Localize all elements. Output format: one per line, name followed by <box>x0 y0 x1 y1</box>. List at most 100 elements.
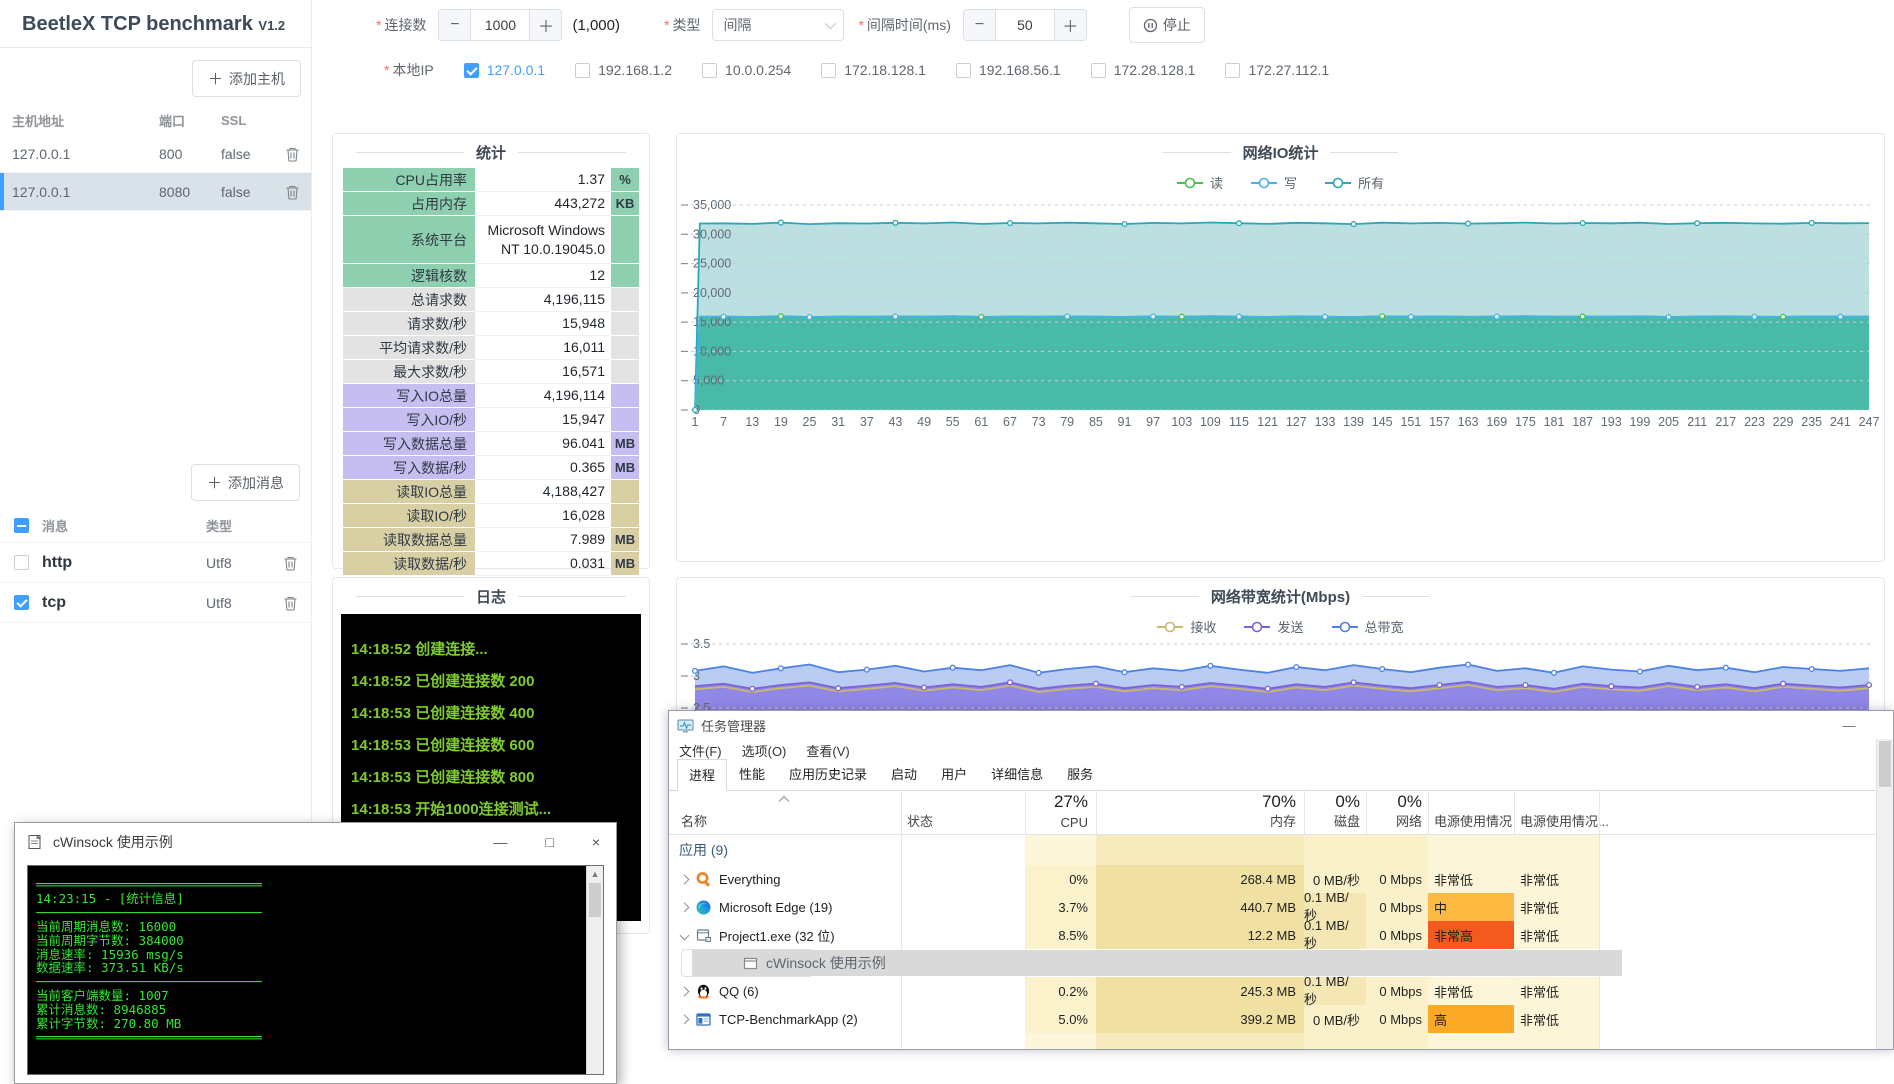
ip-checkbox[interactable] <box>1225 63 1240 78</box>
legend-item[interactable]: 读 <box>1177 173 1223 192</box>
col-power-trend[interactable]: 电源使用情况... <box>1520 811 1609 830</box>
process-row[interactable]: Microsoft Edge (19) 3.7% 440.7 MB 0.1 MB… <box>669 893 1876 921</box>
message-checkbox[interactable] <box>14 595 29 610</box>
process-name: Everything <box>719 872 780 887</box>
ip-label: 172.28.128.1 <box>1114 62 1196 78</box>
process-row[interactable]: Project1.exe (32 位) 8.5% 12.2 MB 0.1 MB/… <box>669 921 1876 949</box>
host-row[interactable]: 127.0.0.1 800 false <box>0 135 311 173</box>
svg-text:37: 37 <box>860 415 874 429</box>
tab-服务[interactable]: 服务 <box>1055 758 1105 790</box>
menu-item[interactable]: 选项(O) <box>742 741 787 760</box>
col-name[interactable]: 名称 <box>681 811 707 830</box>
log-title: 日志 <box>333 582 649 610</box>
expand-chevron-icon[interactable] <box>680 1014 690 1024</box>
local-ip-option[interactable]: 192.168.1.2 <box>575 62 672 78</box>
ip-checkbox[interactable] <box>575 63 590 78</box>
connections-value[interactable]: 1000 <box>471 10 529 40</box>
increase-button[interactable]: ＋ <box>1054 10 1086 40</box>
scroll-up-icon[interactable]: ▲ <box>587 866 603 882</box>
interval-label: *间隔时间(ms) <box>858 15 950 35</box>
menu-item[interactable]: 查看(V) <box>806 741 849 760</box>
interval-value[interactable]: 50 <box>996 10 1054 40</box>
process-power-trend: 非常低 <box>1514 921 1599 949</box>
delete-icon[interactable] <box>285 184 300 200</box>
svg-text:115: 115 <box>1229 415 1249 429</box>
delete-icon[interactable] <box>285 146 300 162</box>
tab-进程[interactable]: 进程 <box>677 759 727 791</box>
tab-用户[interactable]: 用户 <box>929 758 979 790</box>
ip-checkbox[interactable] <box>702 63 717 78</box>
maximize-button[interactable]: □ <box>545 834 553 850</box>
process-row[interactable]: cWinsock 使用示例 <box>681 949 813 977</box>
svg-text:67: 67 <box>1003 415 1017 429</box>
svg-text:205: 205 <box>1658 415 1679 429</box>
select-all-checkbox[interactable] <box>14 518 29 533</box>
stat-value: 443,272 <box>475 192 611 216</box>
message-checkbox[interactable] <box>14 555 29 570</box>
tab-详细信息[interactable]: 详细信息 <box>979 758 1055 790</box>
type-select[interactable]: 间隔 <box>712 9 844 41</box>
task-manager-scrollbar[interactable] <box>1876 739 1893 1049</box>
tab-应用历史记录[interactable]: 应用历史记录 <box>777 758 879 790</box>
delete-icon[interactable] <box>283 555 298 571</box>
stats-panel: 统计 CPU占用率 1.37 % 占用内存 443,272 KB 系统平台 Mi… <box>332 133 650 569</box>
stop-button[interactable]: 停止 <box>1129 7 1205 43</box>
local-ip-option[interactable]: 192.168.56.1 <box>956 62 1061 78</box>
minimize-button[interactable]: — <box>1827 711 1871 739</box>
local-ip-option[interactable]: 172.27.112.1 <box>1225 62 1329 78</box>
ip-checkbox[interactable] <box>464 63 479 78</box>
process-row[interactable]: QQ (6) 0.2% 245.3 MB 0.1 MB/秒 0 Mbps 非常低… <box>669 977 1876 1005</box>
legend-item[interactable]: 写 <box>1251 173 1297 192</box>
decrease-button[interactable]: − <box>964 10 996 40</box>
process-power-trend: 非常低 <box>1514 865 1599 893</box>
expand-chevron-icon[interactable] <box>680 902 690 912</box>
legend-item[interactable]: 所有 <box>1325 173 1384 192</box>
tab-性能[interactable]: 性能 <box>727 758 777 790</box>
stat-unit <box>611 480 639 504</box>
expand-chevron-icon[interactable] <box>680 986 690 996</box>
stat-value: 16,011 <box>475 336 611 360</box>
everything-icon <box>695 871 712 888</box>
stat-value: 16,028 <box>475 504 611 528</box>
host-row[interactable]: 127.0.0.1 8080 false <box>0 173 311 211</box>
col-power[interactable]: 电源使用情况 <box>1434 811 1512 830</box>
process-row[interactable]: Everything 0% 268.4 MB 0 MB/秒 0 Mbps 非常低… <box>669 865 1876 893</box>
process-row[interactable]: TCP-BenchmarkApp (2) 5.0% 399.2 MB 0 MB/… <box>669 1005 1876 1033</box>
tab-启动[interactable]: 启动 <box>879 758 929 790</box>
process-status <box>901 977 1025 1005</box>
ip-checkbox[interactable] <box>956 63 971 78</box>
decrease-button[interactable]: − <box>439 10 471 40</box>
ip-checkbox[interactable] <box>1091 63 1106 78</box>
process-group-header[interactable]: 应用 (9) <box>669 835 1876 865</box>
minimize-button[interactable]: — <box>493 834 507 850</box>
scroll-thumb[interactable] <box>589 883 601 917</box>
close-button[interactable]: × <box>592 834 600 850</box>
console-scrollbar[interactable]: ▲ <box>586 866 603 1074</box>
expand-chevron-icon[interactable] <box>680 930 690 940</box>
local-ip-option[interactable]: 10.0.0.254 <box>702 62 791 78</box>
local-ip-option[interactable]: 172.18.128.1 <box>821 62 926 78</box>
svg-text:19: 19 <box>774 415 788 429</box>
message-row[interactable]: http Utf8 <box>0 543 310 583</box>
message-row[interactable]: tcp Utf8 <box>0 583 310 623</box>
local-ip-option[interactable]: 127.0.0.1 <box>464 62 545 78</box>
stats-row: 写入IO/秒 15,947 <box>343 408 639 432</box>
add-host-button[interactable]: ＋ 添加主机 <box>192 60 301 97</box>
delete-icon[interactable] <box>283 595 298 611</box>
task-manager-icon <box>677 717 694 734</box>
ip-checkbox[interactable] <box>821 63 836 78</box>
col-net[interactable]: 网络 <box>1366 811 1422 830</box>
menu-item[interactable]: 文件(F) <box>679 741 722 760</box>
col-disk[interactable]: 磁盘 <box>1304 811 1360 830</box>
svg-text:193: 193 <box>1601 415 1622 429</box>
add-message-button[interactable]: ＋ 添加消息 <box>191 464 300 501</box>
increase-button[interactable]: ＋ <box>529 10 561 40</box>
process-list: 应用 (9) Everything 0% 268.4 MB 0 MB/秒 0 M… <box>669 835 1876 1049</box>
local-ip-option[interactable]: 172.28.128.1 <box>1091 62 1196 78</box>
tcp-benchmark-icon <box>695 1011 712 1028</box>
col-mem[interactable]: 内存 <box>1096 811 1296 830</box>
task-manager-titlebar[interactable]: 任务管理器 <box>669 711 1893 739</box>
expand-chevron-icon[interactable] <box>680 874 690 884</box>
chart-legend: 读 写 所有 <box>677 173 1884 192</box>
col-status[interactable]: 状态 <box>907 811 933 830</box>
